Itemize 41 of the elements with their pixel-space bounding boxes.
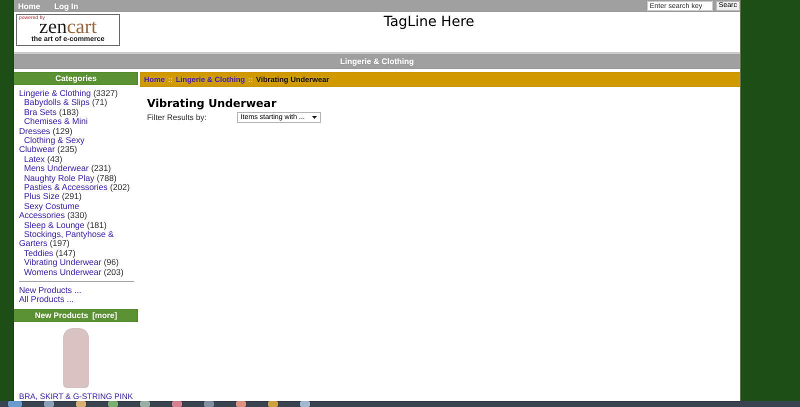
taskbar-app-icon[interactable]	[300, 401, 310, 407]
product-name-link[interactable]: BRA, SKIRT & G-STRING PINK	[14, 392, 138, 401]
category-item[interactable]: Lingerie & Clothing (3327)	[19, 88, 134, 98]
taskbar-app-icon[interactable]	[204, 401, 214, 407]
caret-icon	[312, 116, 317, 119]
more-link[interactable]: [more]	[92, 310, 118, 320]
category-item[interactable]: Teddies (147)	[19, 248, 134, 258]
category-item[interactable]: Latex (43)	[19, 154, 134, 164]
categories-header: Categories	[14, 72, 138, 85]
category-item[interactable]: Pasties & Accessories (202)	[19, 182, 134, 192]
taskbar-app-icon[interactable]	[140, 401, 150, 407]
category-bar: Lingerie & Clothing	[14, 54, 740, 69]
taskbar-app-icon[interactable]	[236, 401, 246, 407]
category-item[interactable]: Plus Size (291)	[19, 192, 134, 202]
start-button-icon[interactable]	[8, 401, 22, 407]
category-item[interactable]: Sleep & Lounge (181)	[19, 220, 134, 230]
category-item[interactable]: Sexy Costume	[19, 202, 134, 212]
category-item[interactable]: Dresses (129)	[19, 126, 134, 136]
product-link[interactable]: New Products ...	[19, 285, 82, 296]
category-item[interactable]: Mens Underwear (231)	[19, 164, 134, 174]
category-item[interactable]: Babydolls & Slips (71)	[19, 98, 134, 108]
category-item[interactable]: Naughty Role Play (788)	[19, 174, 134, 183]
category-item[interactable]: Womens Underwear (203)	[19, 268, 134, 278]
category-item[interactable]: Accessories (330)	[19, 211, 134, 221]
taskbar-app-icon[interactable]	[172, 401, 182, 407]
category-item[interactable]: Stockings, Pantyhose & Garters (197)	[19, 230, 134, 249]
page-heading: Vibrating Underwear	[147, 97, 278, 110]
taskbar-app-icon[interactable]	[108, 401, 118, 407]
site-tagline: TagLine Here	[382, 14, 476, 30]
new-products-title: New Products	[34, 310, 88, 320]
category-item[interactable]: Vibrating Underwear (96)	[19, 258, 134, 268]
category-item[interactable]: Clubwear (235)	[19, 145, 134, 155]
filter-label: Filter Results by:	[147, 113, 207, 122]
taskbar-app-icon[interactable]	[268, 401, 278, 407]
product-link[interactable]: All Products ...	[19, 294, 74, 304]
taskbar-app-icon[interactable]	[44, 401, 54, 407]
category-item[interactable]: Bra Sets (183)	[19, 108, 134, 118]
category-item[interactable]: Chemises & Mini	[19, 117, 134, 127]
taskbar-app-icon[interactable]	[76, 401, 86, 407]
photo-placeholder[interactable]	[63, 328, 89, 388]
category-item[interactable]: Clothing & Sexy	[19, 136, 134, 146]
